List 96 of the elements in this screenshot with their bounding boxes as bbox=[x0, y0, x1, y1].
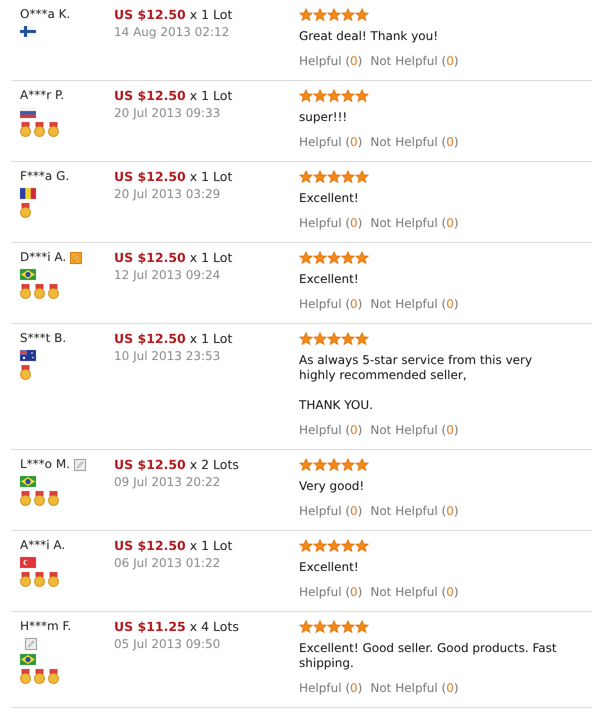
order-date: 10 Jul 2013 23:53 bbox=[114, 349, 222, 364]
price: US $12.50 bbox=[114, 88, 186, 103]
not-helpful-link[interactable]: Not Helpful (0) bbox=[370, 54, 459, 69]
star-icon bbox=[313, 251, 327, 264]
price: US $12.50 bbox=[114, 538, 186, 553]
order-date: 09 Jul 2013 20:22 bbox=[114, 475, 222, 490]
price: US $12.50 bbox=[114, 250, 186, 265]
price: US $12.50 bbox=[114, 169, 186, 184]
star-icon bbox=[327, 8, 341, 21]
quantity: x 1 Lot bbox=[190, 169, 232, 184]
star-icon bbox=[327, 251, 341, 264]
buyer-name: L***o M. bbox=[20, 457, 70, 472]
star-icon bbox=[355, 332, 369, 345]
buyer-name: A***i A. bbox=[20, 538, 66, 553]
not-helpful-link[interactable]: Not Helpful (0) bbox=[370, 135, 459, 150]
star-icon bbox=[341, 251, 355, 264]
buyer-name: F***a G. bbox=[20, 169, 70, 184]
review-text: Great deal! Thank you! bbox=[299, 29, 440, 44]
star-icon bbox=[313, 539, 327, 552]
star-icon bbox=[341, 89, 355, 102]
star-icon bbox=[327, 620, 341, 633]
order-date: 14 Aug 2013 02:12 bbox=[114, 25, 230, 40]
star-icon bbox=[313, 89, 327, 102]
star-icon bbox=[313, 458, 327, 471]
star-icon bbox=[327, 458, 341, 471]
order-date: 06 Jul 2013 01:22 bbox=[114, 556, 222, 571]
helpful-link[interactable]: Helpful (0) bbox=[299, 681, 362, 696]
star-icon bbox=[355, 89, 369, 102]
order-date: 20 Jul 2013 09:33 bbox=[114, 106, 222, 121]
price: US $11.25 bbox=[114, 619, 186, 634]
star-icon bbox=[341, 8, 355, 21]
not-helpful-link[interactable]: Not Helpful (0) bbox=[370, 297, 459, 312]
not-helpful-link[interactable]: Not Helpful (0) bbox=[370, 423, 459, 438]
order-date: 20 Jul 2013 03:29 bbox=[114, 187, 222, 202]
star-icon bbox=[355, 620, 369, 633]
price: US $12.50 bbox=[114, 7, 186, 22]
star-icon bbox=[299, 620, 313, 633]
star-icon bbox=[299, 170, 313, 183]
quantity: x 4 Lots bbox=[190, 619, 239, 634]
helpful-link[interactable]: Helpful (0) bbox=[299, 297, 362, 312]
star-icon bbox=[299, 458, 313, 471]
helpful-link[interactable]: Helpful (0) bbox=[299, 216, 362, 231]
star-icon bbox=[341, 620, 355, 633]
star-icon bbox=[299, 539, 313, 552]
star-icon bbox=[327, 539, 341, 552]
review-text: super!!! bbox=[299, 110, 348, 125]
star-icon bbox=[355, 458, 369, 471]
price: US $12.50 bbox=[114, 457, 186, 472]
star-icon bbox=[299, 8, 313, 21]
quantity: x 2 Lots bbox=[190, 457, 239, 472]
not-helpful-link[interactable]: Not Helpful (0) bbox=[370, 504, 459, 519]
quantity: x 1 Lot bbox=[190, 538, 232, 553]
order-date: 12 Jul 2013 09:24 bbox=[114, 268, 222, 283]
star-icon bbox=[327, 170, 341, 183]
not-helpful-link[interactable]: Not Helpful (0) bbox=[370, 585, 459, 600]
buyer-name: O***a K. bbox=[20, 7, 70, 22]
star-icon bbox=[341, 170, 355, 183]
review-text: Excellent! Good seller. Good products. Fast shipping. bbox=[299, 641, 558, 671]
star-icon bbox=[299, 332, 313, 345]
star-icon bbox=[355, 251, 369, 264]
star-icon bbox=[327, 332, 341, 345]
helpful-link[interactable]: Helpful (0) bbox=[299, 585, 362, 600]
star-icon bbox=[327, 89, 341, 102]
buyer-name: H***m F. bbox=[20, 619, 72, 634]
star-icon bbox=[313, 8, 327, 21]
star-icon bbox=[313, 620, 327, 633]
helpful-link[interactable]: Helpful (0) bbox=[299, 504, 362, 519]
helpful-link[interactable]: Helpful (0) bbox=[299, 54, 362, 69]
quantity: x 1 Lot bbox=[190, 250, 232, 265]
star-icon bbox=[313, 332, 327, 345]
quantity: x 1 Lot bbox=[190, 88, 232, 103]
price: US $12.50 bbox=[114, 331, 186, 346]
star-icon bbox=[341, 332, 355, 345]
not-helpful-link[interactable]: Not Helpful (0) bbox=[370, 681, 459, 696]
review-text: Very good! bbox=[299, 479, 366, 494]
star-icon bbox=[355, 8, 369, 21]
star-icon bbox=[313, 170, 327, 183]
review-text: Excellent! bbox=[299, 191, 360, 206]
buyer-name: D***i A. bbox=[20, 250, 66, 265]
helpful-link[interactable]: Helpful (0) bbox=[299, 423, 362, 438]
star-icon bbox=[355, 539, 369, 552]
review-text: As always 5-star service from this very highly recommended seller, THANK YOU. bbox=[299, 353, 534, 413]
buyer-name: S***t B. bbox=[20, 331, 66, 346]
star-icon bbox=[341, 458, 355, 471]
star-icon bbox=[299, 251, 313, 264]
quantity: x 1 Lot bbox=[190, 7, 232, 22]
helpful-link[interactable]: Helpful (0) bbox=[299, 135, 362, 150]
star-icon bbox=[341, 539, 355, 552]
not-helpful-link[interactable]: Not Helpful (0) bbox=[370, 216, 459, 231]
quantity: x 1 Lot bbox=[190, 331, 232, 346]
star-icon bbox=[299, 89, 313, 102]
star-icon bbox=[355, 170, 369, 183]
review-text: Excellent! bbox=[299, 560, 360, 575]
review-text: Excellent! bbox=[299, 272, 360, 287]
buyer-name: A***r P. bbox=[20, 88, 64, 103]
order-date: 05 Jul 2013 09:50 bbox=[114, 637, 222, 652]
